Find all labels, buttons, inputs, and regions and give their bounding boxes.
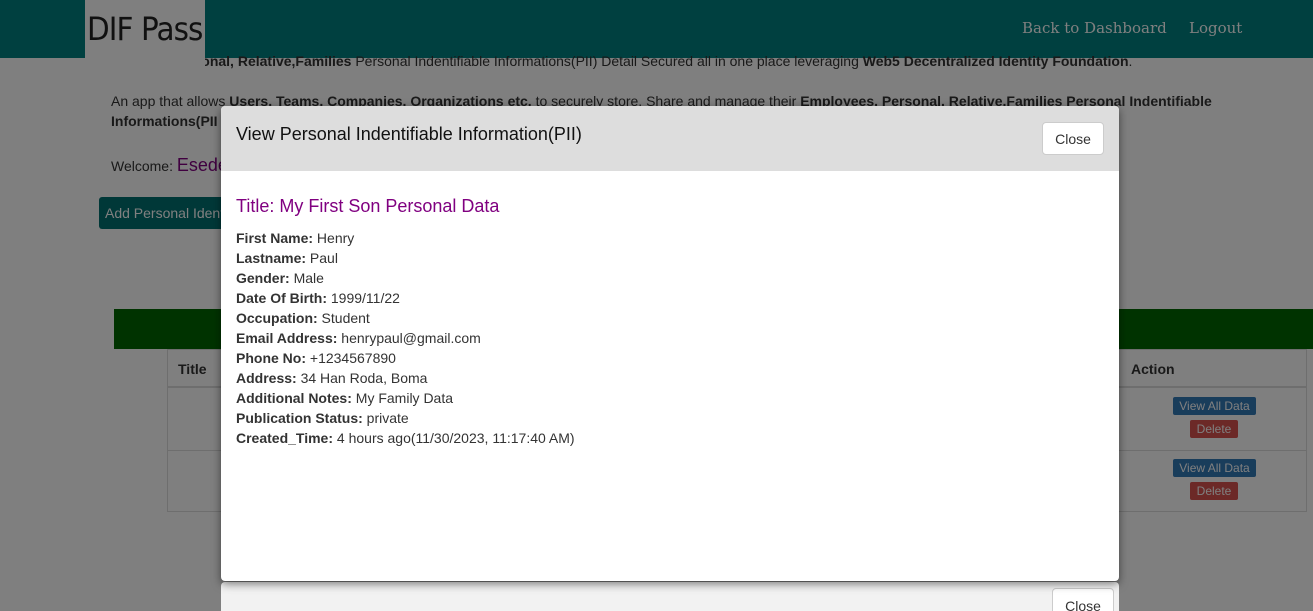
view-pii-modal: View Personal Indentifiable Information(… [221, 106, 1119, 581]
pii-field-label: First Name: [236, 230, 314, 246]
pii-field-label: Additional Notes: [236, 390, 352, 406]
footer-close-button[interactable]: Close [1052, 588, 1114, 611]
pii-field-label: Phone No: [236, 350, 306, 366]
pii-field-label: Created_Time: [236, 430, 334, 446]
pii-field-row: Publication Status: private [236, 408, 575, 428]
modal-footer: Close [221, 582, 1119, 611]
pii-field-value: +1234567890 [306, 350, 396, 366]
pii-field-list: First Name: Henry Lastname: Paul Gender: M… [236, 228, 575, 448]
pii-field-label: Gender: [236, 270, 290, 286]
pii-field-row: Additional Notes: My Family Data [236, 388, 575, 408]
pii-field-value: private [362, 410, 409, 426]
pii-field-row: First Name: Henry [236, 228, 575, 248]
pii-field-value: henrypaul@gmail.com [337, 330, 481, 346]
pii-field-value: 1999/11/22 [327, 290, 400, 306]
pii-field-row: Email Address: henrypaul@gmail.com [236, 328, 575, 348]
pii-field-label: Publication Status: [236, 410, 363, 426]
pii-field-row: Created_Time: 4 hours ago(11/30/2023, 11… [236, 428, 575, 448]
pii-field-row: Phone No: +1234567890 [236, 348, 575, 368]
pii-field-value: Paul [306, 250, 338, 266]
pii-field-row: Date Of Birth: 1999/11/22 [236, 288, 575, 308]
pii-field-value: Henry [313, 230, 355, 246]
pii-field-label: Date Of Birth: [236, 290, 327, 306]
pii-field-value: Male [289, 270, 324, 286]
pii-field-row: Lastname: Paul [236, 248, 575, 268]
pii-field-value: 4 hours ago(11/30/2023, 11:17:40 AM) [333, 430, 575, 446]
pii-field-row: Address: 34 Han Roda, Boma [236, 368, 575, 388]
modal-body: Title: My First Son Personal Data First … [236, 196, 575, 448]
pii-field-label: Lastname: [236, 250, 307, 266]
pii-field-value: 34 Han Roda, Boma [296, 370, 428, 386]
modal-header: View Personal Indentifiable Information(… [221, 106, 1119, 171]
modal-title: View Personal Indentifiable Information(… [236, 124, 582, 144]
pii-field-label: Address: [236, 370, 297, 386]
pii-field-label: Email Address: [236, 330, 338, 346]
pii-field-value: Student [317, 310, 370, 326]
close-button[interactable]: Close [1042, 122, 1104, 155]
pii-field-value: My Family Data [351, 390, 454, 406]
pii-field-label: Occupation: [236, 310, 318, 326]
pii-field-row: Gender: Male [236, 268, 575, 288]
pii-field-row: Occupation: Student [236, 308, 575, 328]
pii-title: Title: My First Son Personal Data [236, 196, 500, 216]
